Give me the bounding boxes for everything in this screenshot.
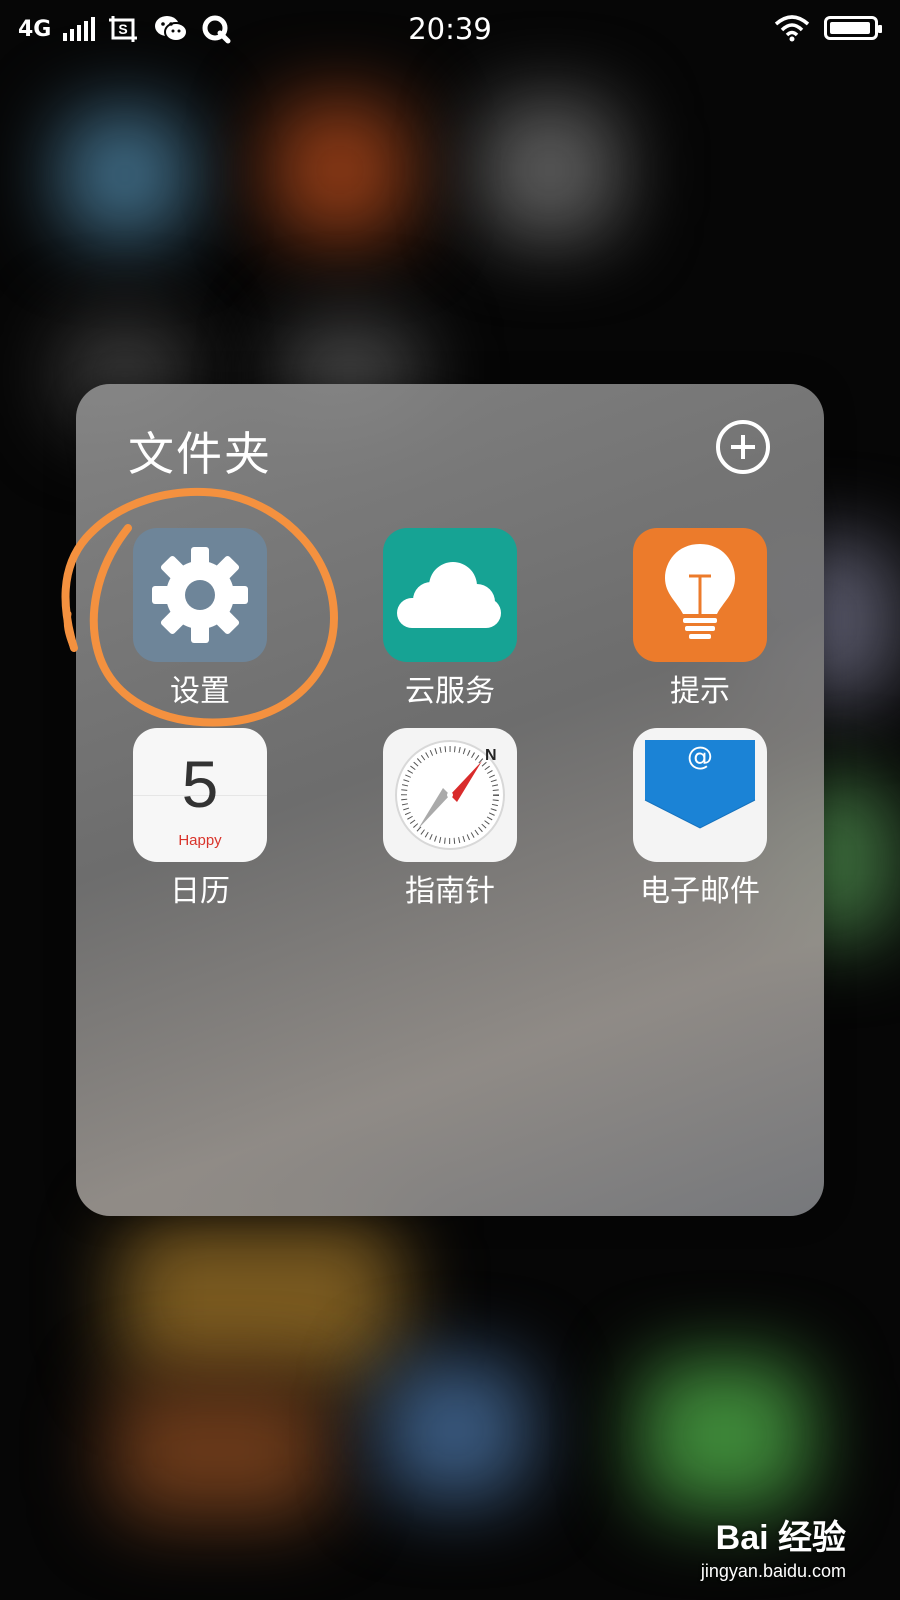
calendar-note: Happy: [178, 832, 222, 849]
app-cloud-service[interactable]: 云服务: [350, 528, 550, 712]
app-label: 提示: [670, 674, 730, 709]
cloud-icon: [383, 528, 517, 662]
baidu-jingyan-watermark: Bai 经验 jingyan.baidu.com: [701, 1510, 846, 1582]
battery-icon: [824, 16, 882, 40]
watermark-logo: Bai 经验: [701, 1510, 846, 1559]
app-calendar[interactable]: 5 Happy 日历: [100, 728, 300, 912]
calendar-day: 5: [181, 747, 219, 821]
folder-title[interactable]: 文件夹: [128, 418, 272, 484]
app-settings[interactable]: 设置: [100, 528, 300, 712]
app-tips[interactable]: 提示: [600, 528, 800, 712]
calendar-icon: 5 Happy: [133, 728, 267, 862]
app-email[interactable]: @ 电子邮件: [600, 728, 800, 912]
at-symbol: @: [687, 742, 713, 772]
battery-level: [830, 22, 870, 34]
status-bar: 4G S 20:39: [0, 0, 900, 60]
app-compass[interactable]: N 指南针: [350, 728, 550, 912]
compass-icon: N: [383, 728, 517, 862]
app-folder: 文件夹 设置 云服务 提示 5 Happy 日历 N 指南针 @ 电子邮件: [76, 384, 824, 1216]
wifi-icon: [774, 15, 810, 42]
app-label: 云服务: [405, 674, 495, 709]
compass-north-label: N: [485, 747, 497, 764]
app-label: 指南针: [405, 874, 495, 909]
lightbulb-icon: [633, 528, 767, 662]
app-label: 电子邮件: [640, 874, 760, 909]
gear-icon: [133, 528, 267, 662]
app-label: 日历: [170, 874, 230, 909]
mail-icon: @: [633, 728, 767, 862]
watermark-url: jingyan.baidu.com: [700, 1561, 846, 1581]
app-label: 设置: [170, 674, 230, 709]
add-app-button[interactable]: [716, 420, 770, 474]
clock: 20:39: [408, 12, 492, 46]
watermark-brand: Bai 经验: [715, 1519, 846, 1557]
